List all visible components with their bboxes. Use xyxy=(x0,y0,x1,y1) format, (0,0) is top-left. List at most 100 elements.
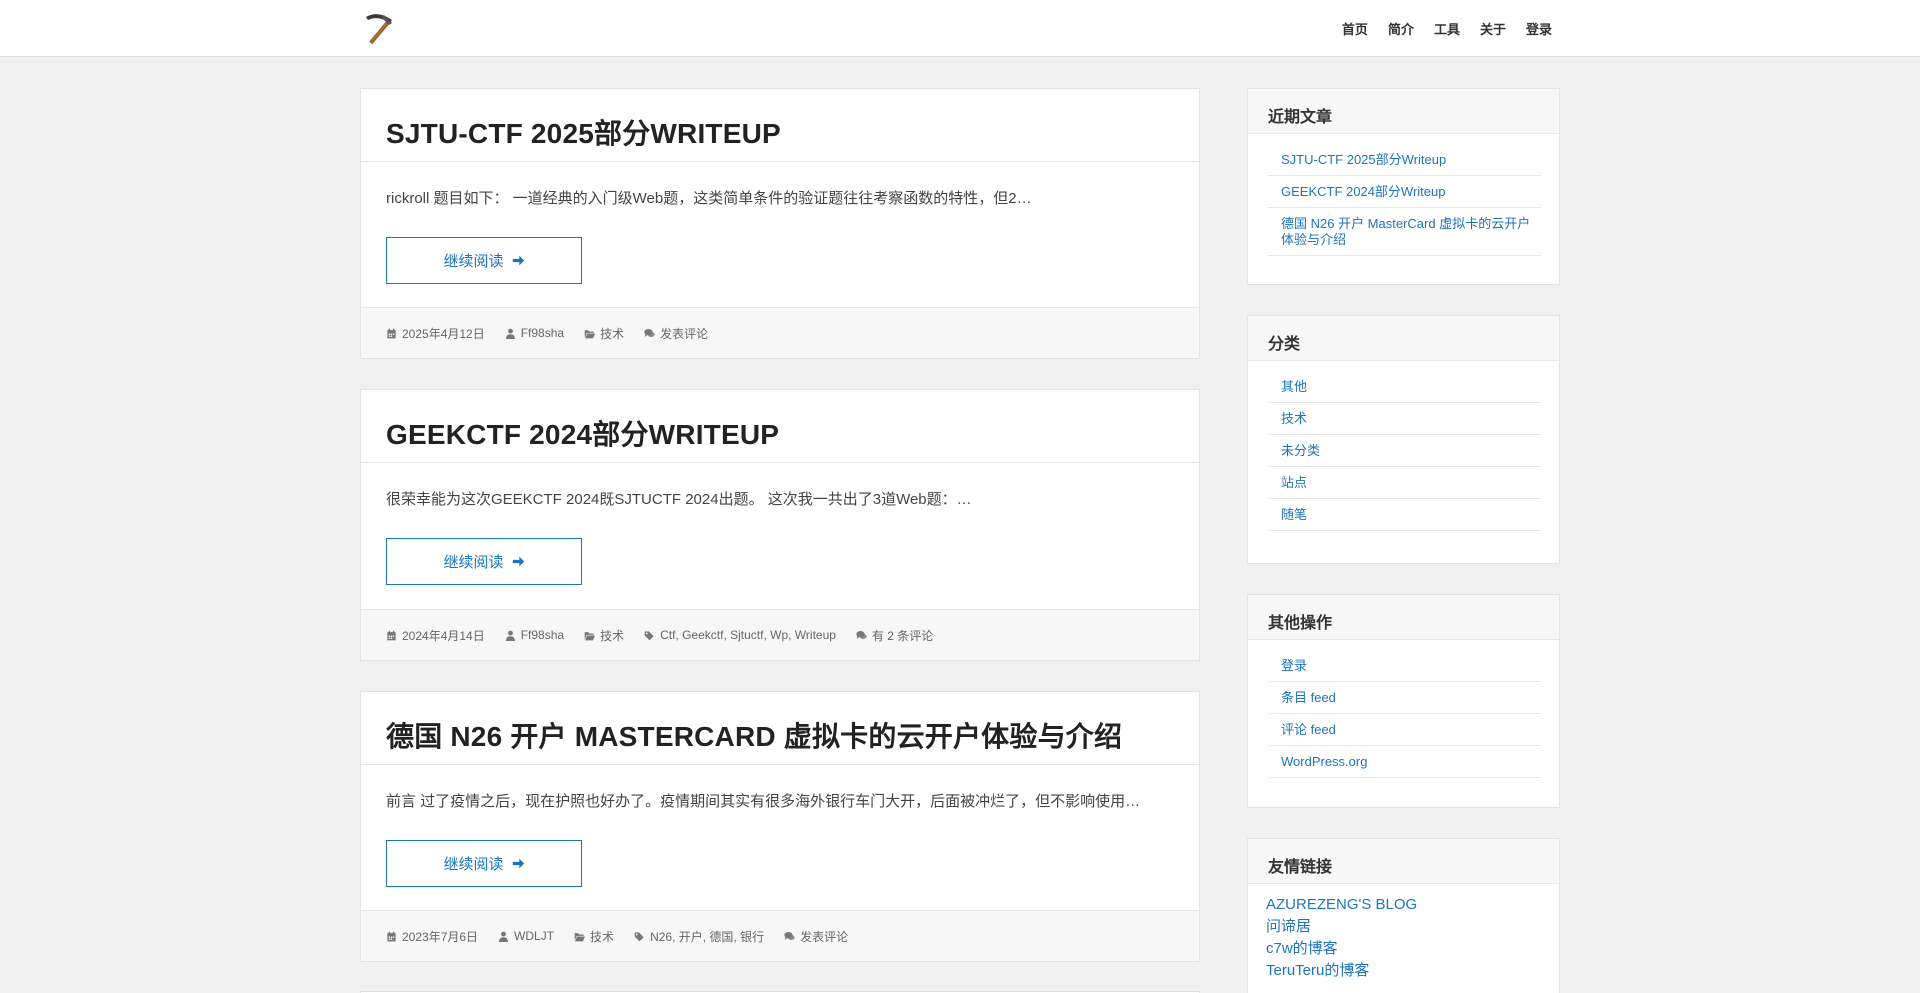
list-item: 条目 feed xyxy=(1268,682,1541,714)
meta-wordpress-link[interactable]: WordPress.org xyxy=(1281,754,1367,769)
list-item: 技术 xyxy=(1268,403,1541,435)
main-nav: 首页 简介 工具 关于 登录 xyxy=(1342,0,1552,57)
post-author-link[interactable]: WDLJT xyxy=(514,929,554,943)
widget-friend-links: 友情链接 AZUREZENG'S BLOG 问谛居 c7w的博客 TeruTer… xyxy=(1247,838,1560,993)
friend-link[interactable]: 问谛居 xyxy=(1266,918,1311,935)
category-link[interactable]: 未分类 xyxy=(1281,443,1320,458)
post-tags-link[interactable]: Ctf, Geekctf, Sjtuctf, Wp, Writeup xyxy=(660,628,836,642)
post-title[interactable]: SJTU-CTF 2025部分WRITEUP xyxy=(361,89,1199,162)
nav-about[interactable]: 关于 xyxy=(1480,19,1506,38)
post-category: 技术 xyxy=(574,928,614,945)
post-comments-link[interactable]: 发表评论 xyxy=(800,928,848,945)
widget-recent-posts: 近期文章 SJTU-CTF 2025部分Writeup GEEKCTF 2024… xyxy=(1247,88,1560,285)
post-card: 德国 N26 开户 MASTERCARD 虚拟卡的云开户体验与介绍 前言 过了疫… xyxy=(360,691,1200,962)
post-card: SJTU-CTF 2025部分WRITEUP rickroll 题目如下： 一道… xyxy=(360,88,1200,359)
read-more-label: 继续阅读 xyxy=(443,856,504,873)
tags-icon xyxy=(634,931,645,942)
post-date-link[interactable]: 2023年7月6日 xyxy=(402,928,478,945)
post-excerpt: rickroll 题目如下： 一道经典的入门级Web题，这类简单条件的验证题往往… xyxy=(386,190,1032,207)
post-excerpt: 很荣幸能为这次GEEKCTF 2024既SJTUCTF 2024出题。 这次我一… xyxy=(386,491,972,508)
post-card: GEEKCTF 2024部分WRITEUP 很荣幸能为这次GEEKCTF 202… xyxy=(360,389,1200,661)
post-category: 技术 xyxy=(584,627,624,644)
post-tags-link[interactable]: N26, 开户, 德国, 银行 xyxy=(650,928,764,945)
post-author: WDLJT xyxy=(498,929,554,943)
nav-home[interactable]: 首页 xyxy=(1342,19,1368,38)
read-more-button[interactable]: 继续阅读 xyxy=(386,538,582,585)
site-header: 首页 简介 工具 关于 登录 xyxy=(0,0,1920,57)
meta-entries-feed-link[interactable]: 条目 feed xyxy=(1281,690,1336,705)
post-category: 技术 xyxy=(584,325,624,342)
post-date: 2025年4月12日 xyxy=(386,325,485,342)
list-item: 德国 N26 开户 MasterCard 虚拟卡的云开户体验与介绍 xyxy=(1268,208,1541,256)
post-comments: 有 2 条评论 xyxy=(856,627,933,644)
post-tags: N26, 开户, 德国, 银行 xyxy=(634,928,764,945)
list-item: 问谛居 xyxy=(1266,916,1541,938)
read-more-label: 继续阅读 xyxy=(443,554,504,571)
nav-intro[interactable]: 简介 xyxy=(1388,19,1414,38)
category-link[interactable]: 随笔 xyxy=(1281,507,1307,522)
widget-title: 其他操作 xyxy=(1248,595,1559,640)
folder-open-icon xyxy=(574,931,585,942)
widget-title: 分类 xyxy=(1248,316,1559,361)
post-title[interactable]: GEEKCTF 2024部分WRITEUP xyxy=(361,390,1199,463)
post-tags: Ctf, Geekctf, Sjtuctf, Wp, Writeup xyxy=(644,628,836,642)
friend-link[interactable]: c7w的博客 xyxy=(1266,940,1338,957)
arrow-right-icon xyxy=(512,555,525,568)
list-item: GEEKCTF 2024部分Writeup xyxy=(1268,176,1541,208)
friend-link[interactable]: TeruTeru的博客 xyxy=(1266,962,1369,979)
post-date-link[interactable]: 2025年4月12日 xyxy=(402,325,485,342)
meta-list: 登录 条目 feed 评论 feed WordPress.org xyxy=(1248,640,1559,798)
recent-post-link[interactable]: 德国 N26 开户 MasterCard 虚拟卡的云开户体验与介绍 xyxy=(1281,216,1530,247)
post-date-link[interactable]: 2024年4月14日 xyxy=(402,627,485,644)
meta-comments-feed-link[interactable]: 评论 feed xyxy=(1281,722,1336,737)
friend-link[interactable]: AZUREZENG'S BLOG xyxy=(1266,896,1417,913)
categories-list: 其他 技术 未分类 站点 随笔 xyxy=(1248,361,1559,551)
post-author-link[interactable]: Ff98sha xyxy=(521,628,564,642)
user-icon xyxy=(505,630,516,641)
calendar-icon xyxy=(386,630,397,641)
post-comments-link[interactable]: 有 2 条评论 xyxy=(872,627,933,644)
post-category-link[interactable]: 技术 xyxy=(600,627,624,644)
post-author: Ff98sha xyxy=(505,628,564,642)
folder-open-icon xyxy=(584,630,595,641)
post-category-link[interactable]: 技术 xyxy=(590,928,614,945)
post-author-link[interactable]: Ff98sha xyxy=(521,326,564,340)
post-meta: 2023年7月6日 WDLJT 技术 N26, 开户, 德国, 银行 发表评论 xyxy=(361,910,1199,961)
widget-categories: 分类 其他 技术 未分类 站点 随笔 xyxy=(1247,315,1560,564)
comments-icon xyxy=(856,630,867,641)
comments-icon xyxy=(784,931,795,942)
list-item: c7w的博客 xyxy=(1266,938,1541,960)
nav-tools[interactable]: 工具 xyxy=(1434,19,1460,38)
arrow-right-icon xyxy=(512,254,525,267)
list-item: WordPress.org xyxy=(1268,746,1541,778)
category-link[interactable]: 技术 xyxy=(1281,411,1307,426)
post-meta: 2025年4月12日 Ff98sha 技术 发表评论 xyxy=(361,307,1199,358)
post-date: 2024年4月14日 xyxy=(386,627,485,644)
recent-post-link[interactable]: SJTU-CTF 2025部分Writeup xyxy=(1281,152,1446,167)
list-item: AZUREZENG'S BLOG xyxy=(1266,894,1541,916)
post-comments: 发表评论 xyxy=(644,325,708,342)
nav-login[interactable]: 登录 xyxy=(1526,19,1552,38)
read-more-button[interactable]: 继续阅读 xyxy=(386,840,582,887)
read-more-label: 继续阅读 xyxy=(443,253,504,270)
post-title[interactable]: 德国 N26 开户 MASTERCARD 虚拟卡的云开户体验与介绍 xyxy=(361,692,1199,765)
list-item: TeruTeru的博客 xyxy=(1266,960,1541,982)
list-item: 登录 xyxy=(1268,650,1541,682)
list-item: SJTU-CTF 2025部分Writeup xyxy=(1268,144,1541,176)
recent-posts-list: SJTU-CTF 2025部分Writeup GEEKCTF 2024部分Wri… xyxy=(1248,134,1559,276)
category-link[interactable]: 站点 xyxy=(1281,475,1307,490)
post-category-link[interactable]: 技术 xyxy=(600,325,624,342)
category-link[interactable]: 其他 xyxy=(1281,379,1307,394)
read-more-button[interactable]: 继续阅读 xyxy=(386,237,582,284)
meta-login-link[interactable]: 登录 xyxy=(1281,658,1307,673)
logo-link[interactable] xyxy=(360,11,396,47)
widget-title: 近期文章 xyxy=(1248,89,1559,134)
calendar-icon xyxy=(386,931,397,942)
post-comments-link[interactable]: 发表评论 xyxy=(660,325,708,342)
list-item: 随笔 xyxy=(1268,499,1541,531)
comments-icon xyxy=(644,328,655,339)
user-icon xyxy=(505,328,516,339)
folder-open-icon xyxy=(584,328,595,339)
recent-post-link[interactable]: GEEKCTF 2024部分Writeup xyxy=(1281,184,1445,199)
post-comments: 发表评论 xyxy=(784,928,848,945)
